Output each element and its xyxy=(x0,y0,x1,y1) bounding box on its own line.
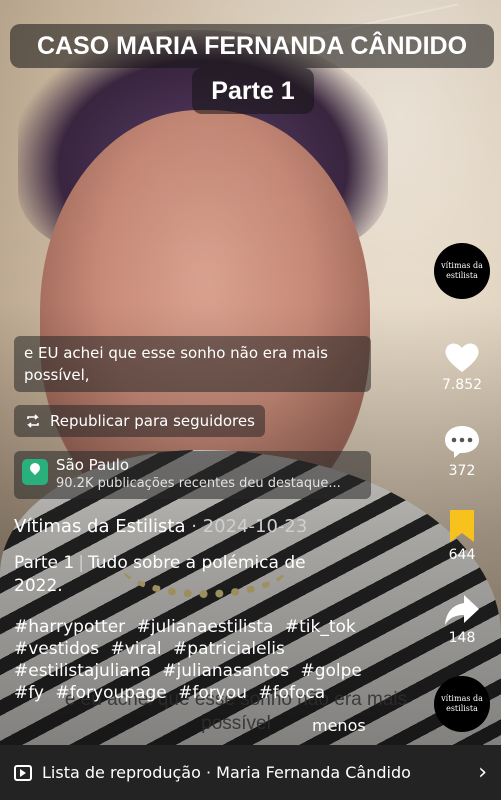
author-date-separator: · xyxy=(191,516,197,537)
republish-label: Republicar para seguidores xyxy=(50,412,255,430)
hashtag[interactable]: #foryoupage xyxy=(55,683,166,703)
hashtag[interactable]: #foryou xyxy=(178,683,247,703)
show-less-button[interactable]: menos xyxy=(312,715,366,737)
chevron-right-icon: › xyxy=(478,760,487,785)
like-button[interactable]: 7.852 xyxy=(430,340,494,394)
creator-avatar[interactable]: vítimas da estilista xyxy=(434,243,490,299)
hashtag[interactable]: #patricialelis xyxy=(173,639,285,659)
location-pin-icon xyxy=(22,459,48,485)
playlist-bar[interactable]: Lista de reprodução · Maria Fernanda Cân… xyxy=(0,745,501,800)
like-count: 7.852 xyxy=(441,377,483,393)
location-name: São Paulo xyxy=(56,456,130,474)
share-button[interactable]: 148 xyxy=(430,593,494,647)
hashtag[interactable]: #harrypotter xyxy=(14,617,125,637)
hashtag[interactable]: #fy xyxy=(14,683,44,703)
author-name[interactable]: Vítimas da Estilista xyxy=(14,516,186,537)
repost-icon xyxy=(27,414,39,428)
location-tag[interactable]: São Paulo 90.2K publicações recentes deu… xyxy=(14,451,371,499)
post-date: 2024-10-23 xyxy=(202,516,308,537)
author-line: Vítimas da Estilista · 2024-10-23 xyxy=(14,514,307,540)
description-separator: | xyxy=(78,553,84,573)
hashtag[interactable]: #estilistajuliana xyxy=(14,661,151,681)
save-button[interactable]: 644 xyxy=(430,508,494,564)
location-subtitle: 90.2K publicações recentes deu destaque.… xyxy=(56,476,341,491)
comment-button[interactable]: 372 xyxy=(430,424,494,480)
description-part: Parte 1 xyxy=(14,553,75,573)
hashtag[interactable]: #tik_tok xyxy=(285,617,356,637)
save-count: 644 xyxy=(448,547,476,563)
hashtag[interactable]: #fofoca xyxy=(258,683,325,703)
share-count: 148 xyxy=(448,630,476,646)
republish-button[interactable]: Republicar para seguidores xyxy=(14,405,265,437)
share-arrow-icon xyxy=(445,595,479,625)
playlist-label: Lista de reprodução · Maria Fernanda Cân… xyxy=(42,762,411,782)
heart-icon xyxy=(445,343,479,372)
video-title-line1: CASO MARIA FERNANDA CÂNDIDO xyxy=(10,24,494,68)
comment-icon xyxy=(445,426,479,458)
hashtag[interactable]: #vestidos xyxy=(14,639,99,659)
hashtag[interactable]: #julianasantos xyxy=(162,661,289,681)
hashtag[interactable]: #julianaestilista xyxy=(137,617,274,637)
post-description: Parte 1 | Tudo sobre a polémica de 2022. xyxy=(14,552,344,598)
hashtag[interactable]: #viral xyxy=(110,639,161,659)
playlist-icon xyxy=(14,764,32,781)
hashtag-list: #harrypotter #julianaestilista #tik_tok … xyxy=(14,616,384,704)
comment-count: 372 xyxy=(448,463,476,479)
bookmark-icon xyxy=(450,510,474,542)
auto-caption: e EU achei que esse sonho não era mais p… xyxy=(14,336,371,392)
hashtag[interactable]: #golpe xyxy=(300,661,361,681)
video-title-line2: Parte 1 xyxy=(192,68,314,114)
sound-disc[interactable]: vítimas da estilista xyxy=(434,676,490,732)
